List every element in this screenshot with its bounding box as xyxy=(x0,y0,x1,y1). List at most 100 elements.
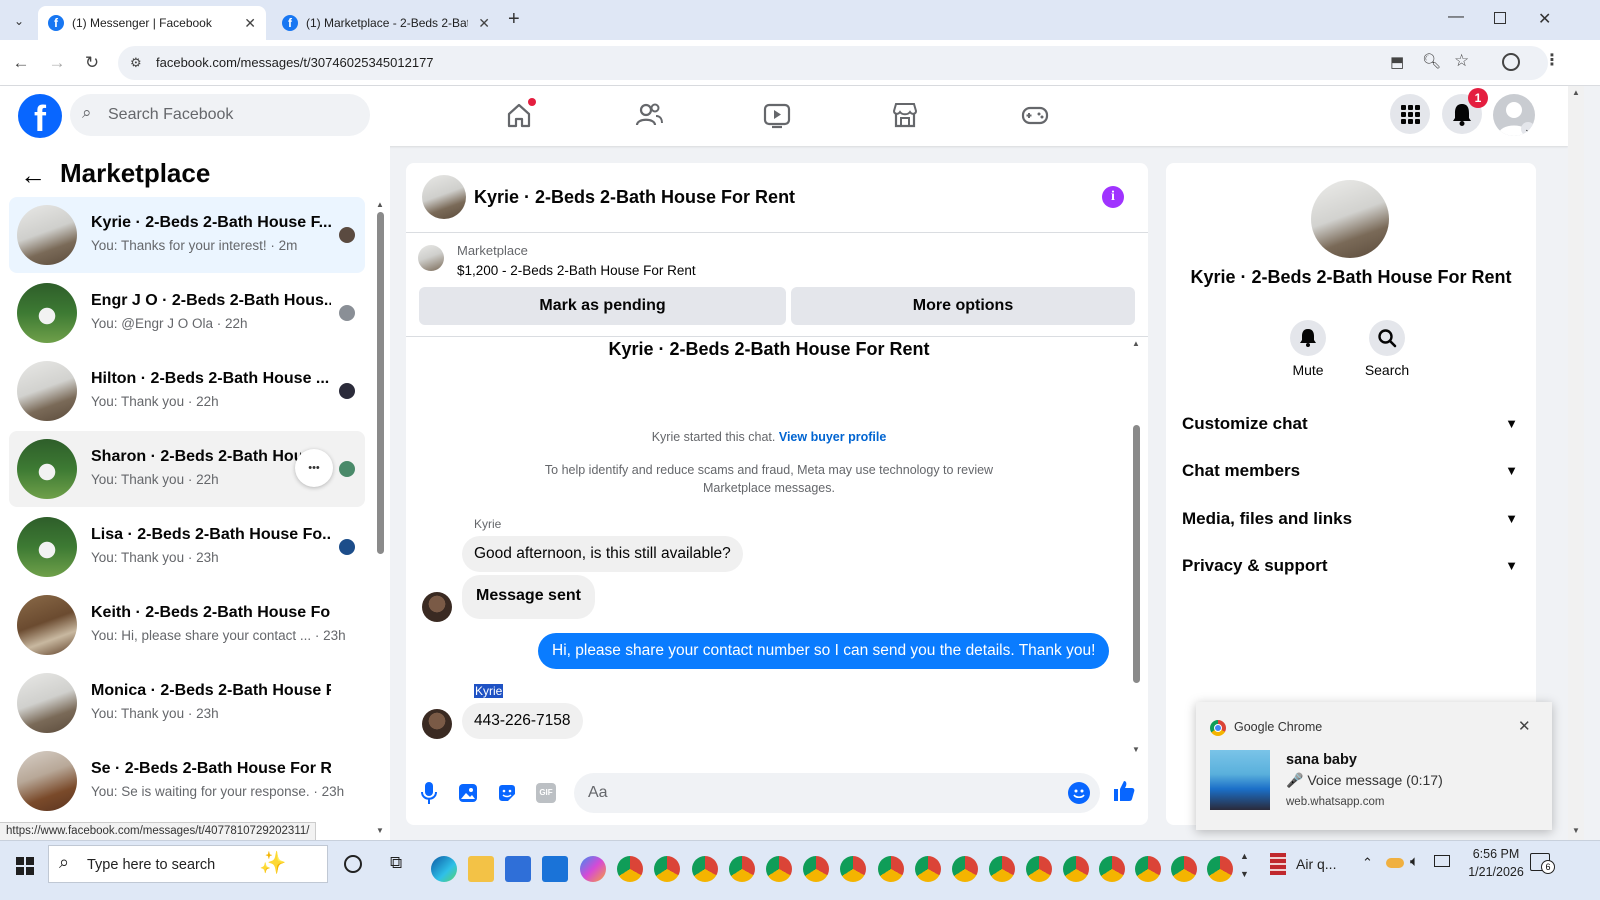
listing-avatar-large[interactable] xyxy=(1311,180,1389,258)
scrollbar-thumb[interactable] xyxy=(1133,425,1140,683)
chrome-profile-icon[interactable] xyxy=(1135,856,1161,882)
conversation-item[interactable]: Keith · 2-Beds 2-Bath House For ... You:… xyxy=(9,587,365,663)
incoming-message-bubble[interactable]: 443-226-7158 xyxy=(462,703,583,739)
network-icon[interactable] xyxy=(1434,855,1450,867)
more-options-button[interactable]: More options xyxy=(791,287,1135,325)
chat-header-avatar[interactable] xyxy=(422,175,466,219)
outgoing-message-bubble[interactable]: Hi, please share your contact number so … xyxy=(538,633,1110,669)
address-bar[interactable]: ⚙ facebook.com/messages/t/30746025345012… xyxy=(118,46,1548,80)
chrome-notification[interactable]: Google Chrome ✕ sana baby 🎤 Voice messag… xyxy=(1196,702,1552,830)
windows-start-icon[interactable] xyxy=(16,857,34,875)
chrome-profile-icon[interactable] xyxy=(729,856,755,882)
chrome-profile-icon[interactable] xyxy=(878,856,904,882)
mark-as-pending-button[interactable]: Mark as pending xyxy=(419,287,786,325)
sticker-icon[interactable] xyxy=(497,783,517,808)
taskbar-scroll-arrows[interactable]: ▲ ▼ xyxy=(1240,847,1249,883)
clock-time[interactable]: 6:56 PM xyxy=(1464,847,1528,861)
back-icon[interactable]: ← xyxy=(10,52,32,74)
taskbar-search-box[interactable]: ⌕ Type here to search ✨ xyxy=(48,845,328,883)
conversation-item[interactable]: Engr J O · 2-Beds 2-Bath Hous... You: @E… xyxy=(9,275,365,351)
chrome-profile-icon[interactable] xyxy=(952,856,978,882)
search-in-chat-button[interactable] xyxy=(1369,320,1405,356)
chrome-profile-icon[interactable] xyxy=(803,856,829,882)
site-info-icon[interactable]: ⚙ xyxy=(130,55,142,71)
notifications-button[interactable]: 1 xyxy=(1442,88,1488,134)
video-icon[interactable] xyxy=(762,100,792,130)
chrome-profile-icon[interactable] xyxy=(1207,856,1233,882)
back-arrow-icon[interactable]: ← xyxy=(20,160,46,191)
chrome-profile-icon[interactable] xyxy=(1099,856,1125,882)
facebook-search-input[interactable]: ⌕ Search Facebook xyxy=(70,94,370,136)
chrome-profile-icon[interactable] xyxy=(1171,856,1197,882)
page-scrollbar[interactable]: ▲ ▼ xyxy=(1568,86,1584,840)
new-tab-icon[interactable]: + xyxy=(508,8,520,31)
friends-icon[interactable] xyxy=(634,100,664,130)
store-icon[interactable] xyxy=(505,856,531,882)
info-icon[interactable]: i xyxy=(1102,186,1124,208)
chrome-profile-icon[interactable] xyxy=(1063,856,1089,882)
copilot-icon[interactable] xyxy=(580,856,606,882)
edge-icon[interactable] xyxy=(431,856,457,882)
chrome-profile-icon[interactable] xyxy=(840,856,866,882)
chrome-profile-icon[interactable] xyxy=(915,856,941,882)
message-input[interactable]: Aa xyxy=(574,773,1100,813)
close-notification-icon[interactable]: ✕ xyxy=(1518,717,1531,735)
clock-date[interactable]: 1/21/2026 xyxy=(1464,865,1528,879)
outlook-icon[interactable] xyxy=(542,856,568,882)
chrome-profile-icon[interactable] xyxy=(989,856,1015,882)
tab-search-button[interactable]: ⌄ xyxy=(8,10,30,32)
close-window-icon[interactable]: ✕ xyxy=(1538,9,1551,29)
chrome-profile-icon[interactable] xyxy=(766,856,792,882)
conversation-item[interactable]: Lisa · 2-Beds 2-Bath House Fo... You: Th… xyxy=(9,509,365,585)
scrollbar-thumb[interactable] xyxy=(377,212,384,554)
forward-icon[interactable]: → xyxy=(46,52,68,74)
scrollbar-down-arrow[interactable]: ▼ xyxy=(1132,745,1140,754)
chat-header-title[interactable]: Kyrie · 2-Beds 2-Bath House For Rent xyxy=(474,187,795,208)
scrollbar-up-arrow[interactable]: ▲ xyxy=(1132,339,1140,348)
emoji-icon[interactable] xyxy=(1068,782,1090,804)
chrome-profile-icon[interactable] xyxy=(692,856,718,882)
conversation-item[interactable]: Se · 2-Beds 2-Bath House For Rent You: S… xyxy=(9,743,365,819)
restore-icon[interactable] xyxy=(1494,12,1506,24)
minimize-icon[interactable]: — xyxy=(1448,8,1464,26)
tab-messenger[interactable]: f (1) Messenger | Facebook ✕ xyxy=(38,6,266,40)
onedrive-icon[interactable] xyxy=(1386,858,1404,868)
view-buyer-profile-link[interactable]: View buyer profile xyxy=(779,430,886,444)
media-files-links-section[interactable]: Media, files and links ▼ xyxy=(1182,509,1522,529)
customize-chat-section[interactable]: Customize chat ▼ xyxy=(1182,414,1522,434)
profile-icon[interactable] xyxy=(1502,53,1520,71)
scrollbar-up-arrow[interactable]: ▲ xyxy=(1572,88,1580,97)
cortana-icon[interactable] xyxy=(344,855,362,873)
incoming-message-bubble[interactable]: Message sent xyxy=(462,575,595,619)
gif-icon[interactable]: GIF xyxy=(536,783,556,803)
account-avatar[interactable]: ⌄ xyxy=(1493,94,1535,136)
conversation-item[interactable]: Kyrie · 2-Beds 2-Bath House F... You: Th… xyxy=(9,197,365,273)
conversation-item[interactable]: Hilton · 2-Beds 2-Bath House ... You: Th… xyxy=(9,353,365,429)
chrome-profile-icon[interactable] xyxy=(1026,856,1052,882)
microphone-icon[interactable] xyxy=(420,781,438,805)
close-tab-icon[interactable]: ✕ xyxy=(244,15,256,32)
menu-grid-button[interactable] xyxy=(1390,94,1430,134)
facebook-logo[interactable]: f xyxy=(18,94,62,139)
reload-icon[interactable]: ↻ xyxy=(81,52,103,74)
air-quality-icon[interactable] xyxy=(1270,853,1286,875)
incoming-message-bubble[interactable]: Good afternoon, is this still available? xyxy=(462,536,743,572)
scrollbar-down-arrow[interactable]: ▼ xyxy=(376,826,384,835)
mute-button[interactable] xyxy=(1290,320,1326,356)
privacy-support-section[interactable]: Privacy & support ▼ xyxy=(1182,556,1522,576)
air-quality-text[interactable]: Air q... xyxy=(1296,856,1336,872)
close-tab-icon[interactable]: ✕ xyxy=(478,15,490,32)
bookmark-star-icon[interactable]: ☆ xyxy=(1454,51,1469,71)
chrome-profile-icon[interactable] xyxy=(654,856,680,882)
menu-kebab-icon[interactable]: ⋮ xyxy=(1544,50,1560,70)
scrollbar-down-arrow[interactable]: ▼ xyxy=(1572,826,1580,835)
file-explorer-icon[interactable] xyxy=(468,856,494,882)
action-center-icon[interactable]: 6 xyxy=(1530,853,1555,874)
marketplace-icon[interactable] xyxy=(890,100,920,130)
chat-members-section[interactable]: Chat members ▼ xyxy=(1182,461,1522,481)
home-icon[interactable] xyxy=(504,98,536,130)
more-options-button[interactable]: ••• xyxy=(295,449,333,487)
conversation-item[interactable]: Monica · 2-Beds 2-Bath House F... You: T… xyxy=(9,665,365,741)
task-view-icon[interactable]: ⧉ xyxy=(390,853,402,873)
show-hidden-icons[interactable]: ⌃ xyxy=(1362,855,1373,871)
